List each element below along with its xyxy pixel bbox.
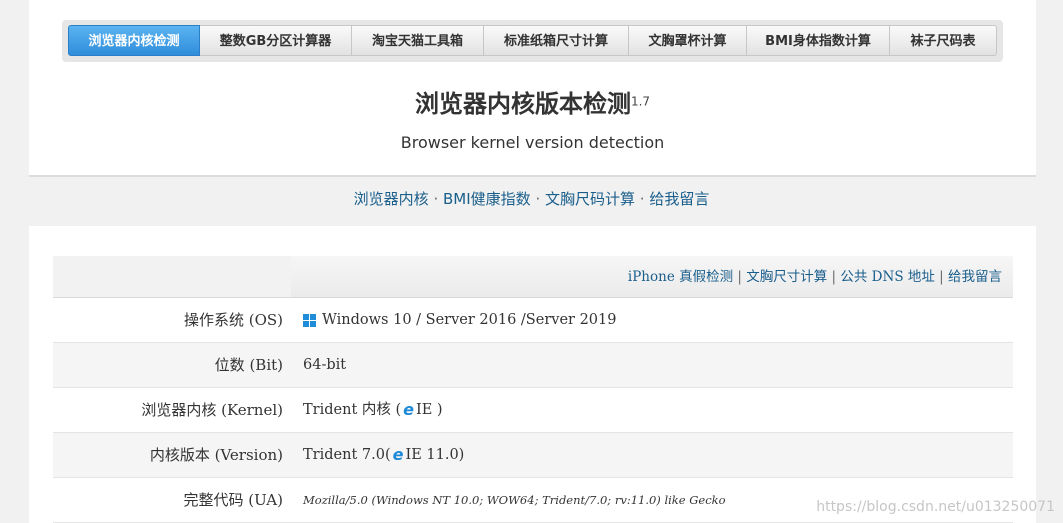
tab-taobao-tools[interactable]: 淘宝天猫工具箱 (352, 25, 484, 56)
kernel-value-prefix: Trident 内核 ( (303, 402, 402, 418)
link-iphone-check[interactable]: iPhone 真假检测 (628, 269, 733, 285)
table-header: iPhone 真假检测 | 文胸尺寸计算 | 公共 DNS 地址 | 给我留言 (53, 256, 1013, 298)
tab-bmi[interactable]: BMI身体指数计算 (747, 25, 890, 56)
ie-icon: e (392, 445, 404, 464)
tab-bra-cup[interactable]: 文胸罩杯计算 (629, 25, 747, 56)
tool-tabbar: 浏览器内核检测 整数GB分区计算器 淘宝天猫工具箱 标准纸箱尺寸计算 文胸罩杯计… (62, 20, 1003, 62)
header-card: 浏览器内核检测 整数GB分区计算器 淘宝天猫工具箱 标准纸箱尺寸计算 文胸罩杯计… (29, 0, 1036, 175)
page-subtitle: Browser kernel version detection (400, 133, 665, 152)
tab-carton-size[interactable]: 标准纸箱尺寸计算 (484, 25, 629, 56)
row-label: 完整代码 (UA) (183, 491, 284, 509)
tab-gb-partition[interactable]: 整数GB分区计算器 (200, 25, 352, 56)
watermark: https://blog.csdn.net/u013250071 (816, 499, 1055, 515)
tab-sock-size[interactable]: 袜子尺码表 (890, 25, 997, 56)
table-header-links: iPhone 真假检测 | 文胸尺寸计算 | 公共 DNS 地址 | 给我留言 (291, 256, 1013, 297)
link-browser-kernel[interactable]: 浏览器内核 (354, 190, 429, 208)
link-public-dns[interactable]: 公共 DNS 地址 (840, 269, 934, 285)
row-label: 操作系统 (OS) (183, 311, 283, 329)
link-leave-message[interactable]: 给我留言 (649, 190, 709, 208)
detection-table: iPhone 真假检测 | 文胸尺寸计算 | 公共 DNS 地址 | 给我留言 … (53, 256, 1013, 523)
quick-links: 浏览器内核 · BMI健康指数 · 文胸尺码计算 · 给我留言 (353, 190, 710, 208)
row-label: 位数 (Bit) (214, 356, 283, 374)
os-value: Windows 10 / Server 2016 /Server 2019 (322, 312, 617, 328)
version-badge: 1.7 (630, 94, 651, 109)
page-title-row: 浏览器内核版本检测1.7 (29, 84, 1036, 119)
version-value-prefix: Trident 7.0( (303, 447, 391, 463)
table-row-kernel: 浏览器内核 (Kernel) Trident 内核 (e IE ) (53, 388, 1013, 433)
windows-icon (303, 313, 316, 327)
link-bra-size[interactable]: 文胸尺码计算 (545, 190, 635, 208)
link-bmi[interactable]: BMI健康指数 (443, 190, 531, 208)
bit-value: 64-bit (303, 357, 347, 373)
page-title: 浏览器内核版本检测 (414, 90, 631, 118)
header-divider (29, 175, 1036, 177)
link-bra-calc[interactable]: 文胸尺寸计算 (746, 269, 827, 285)
tab-browser-kernel[interactable]: 浏览器内核检测 (68, 25, 200, 56)
row-label: 内核版本 (Version) (149, 446, 283, 464)
link-message[interactable]: 给我留言 (948, 269, 1002, 285)
row-label: 浏览器内核 (Kernel) (141, 401, 283, 419)
version-value-suffix: IE 11.0) (405, 447, 465, 463)
kernel-value-suffix: IE ) (416, 402, 443, 418)
table-row-version: 内核版本 (Version) Trident 7.0(e IE 11.0) (53, 433, 1013, 478)
ie-icon: e (403, 400, 415, 419)
table-row-os: 操作系统 (OS) Windows 10 / Server 2016 /Serv… (53, 298, 1013, 343)
table-row-bit: 位数 (Bit) 64-bit (53, 343, 1013, 388)
